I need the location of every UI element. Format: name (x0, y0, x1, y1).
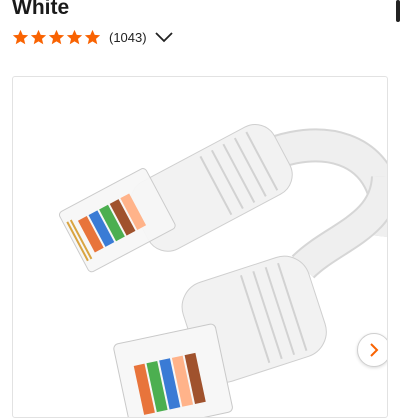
star-icon (12, 29, 29, 44)
star-icon (66, 29, 83, 44)
chevron-down-icon[interactable] (154, 31, 173, 43)
star-icon (48, 29, 65, 44)
chevron-right-icon (370, 343, 379, 357)
product-image (58, 124, 387, 417)
product-title: White (12, 0, 70, 19)
rating-summary[interactable]: (1043) (12, 26, 173, 48)
star-icon (30, 29, 47, 44)
product-image-gallery[interactable] (12, 76, 388, 418)
star-icon (84, 29, 101, 44)
scrollbar[interactable] (396, 0, 400, 22)
star-rating (12, 29, 101, 46)
review-count[interactable]: (1043) (109, 30, 147, 45)
next-image-button[interactable] (357, 333, 387, 367)
